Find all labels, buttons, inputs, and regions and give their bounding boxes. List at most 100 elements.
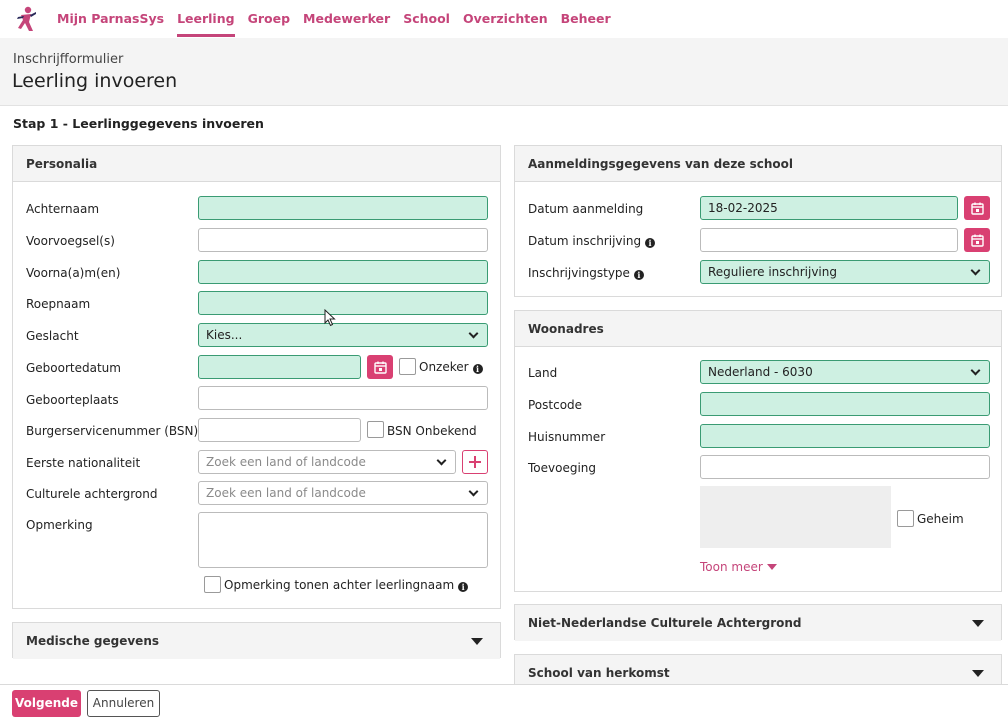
geheim-checkbox[interactable] — [897, 510, 914, 527]
geslacht-selected-value: Kies... — [206, 328, 243, 342]
chevron-down-icon — [468, 486, 479, 497]
toon-meer-link[interactable]: Toon meer — [700, 560, 777, 574]
school-van-herkomst-title: School van herkomst — [528, 666, 670, 680]
chevron-down-icon — [970, 265, 981, 276]
bsn-onbekend-label: BSN Onbekend — [387, 424, 477, 438]
opmerking-label: Opmerking — [26, 518, 93, 532]
personalia-header: Personalia — [13, 146, 500, 182]
datum-inschrijving-calendar-button[interactable] — [964, 228, 990, 252]
datum-inschrijving-input[interactable] — [700, 228, 958, 252]
nav-leerling[interactable]: Leerling — [177, 0, 235, 38]
datum-aanmelding-calendar-button[interactable] — [964, 196, 990, 220]
caret-down-icon — [972, 670, 984, 677]
toevoeging-input[interactable] — [700, 455, 990, 479]
opmerking-tonen-label: Opmerking tonen achter leerlingnaam i — [224, 578, 469, 592]
achternaam-label: Achternaam — [26, 202, 100, 216]
page-title: Leerling invoeren — [12, 70, 178, 92]
info-icon[interactable]: i — [458, 582, 469, 592]
eerste-nationaliteit-select[interactable]: Zoek een land of landcode — [198, 450, 456, 474]
geboortedatum-label: Geboortedatum — [26, 361, 121, 375]
info-icon[interactable]: i — [633, 270, 644, 280]
calendar-icon — [970, 234, 984, 247]
caret-down-icon — [471, 638, 483, 645]
chevron-down-icon — [436, 455, 447, 466]
datum-aanmelding-input[interactable]: 18-02-2025 — [700, 196, 958, 220]
niet-nl-culturele-achtergrond-panel[interactable]: Niet-Nederlandse Culturele Achtergrond — [514, 604, 1002, 641]
geboorteplaats-label: Geboorteplaats — [26, 393, 119, 407]
eerste-nationaliteit-placeholder: Zoek een land of landcode — [206, 455, 366, 469]
huisnummer-input[interactable] — [700, 424, 990, 448]
page-subtitle: Inschrijfformulier — [13, 52, 124, 67]
land-select[interactable]: Nederland - 6030 — [700, 360, 990, 384]
roepnaam-label: Roepnaam — [26, 297, 91, 311]
medische-gegevens-header[interactable]: Medische gegevens — [13, 623, 500, 659]
plus-icon — [469, 456, 481, 468]
geboortedatum-input[interactable] — [198, 355, 361, 379]
voornamen-label: Voorna(a)m(en) — [26, 266, 121, 280]
culturele-achtergrond-select[interactable]: Zoek een land of landcode — [198, 481, 488, 505]
nav-mijn-parnassys[interactable]: Mijn ParnasSys — [57, 0, 164, 38]
caret-down-icon — [972, 620, 984, 627]
chevron-down-icon — [468, 328, 479, 339]
eerste-nationaliteit-label: Eerste nationaliteit — [26, 456, 141, 470]
geslacht-label: Geslacht — [26, 329, 79, 343]
form-footer: Volgende Annuleren — [0, 684, 1008, 720]
volgende-button[interactable]: Volgende — [12, 690, 81, 717]
achternaam-input[interactable] — [198, 196, 488, 220]
add-nationaliteit-button[interactable] — [462, 450, 488, 474]
inschrijvingstype-select[interactable]: Reguliere inschrijving — [700, 260, 990, 284]
land-label: Land — [528, 366, 558, 380]
toevoeging-label: Toevoeging — [528, 461, 597, 475]
address-preview — [700, 486, 891, 548]
culturele-achtergrond-label: Culturele achtergrond — [26, 487, 158, 501]
opmerking-textarea[interactable] — [198, 512, 488, 568]
postcode-label: Postcode — [528, 398, 583, 412]
medische-gegevens-panel[interactable]: Medische gegevens — [12, 622, 501, 659]
niet-nl-culturele-achtergrond-title: Niet-Nederlandse Culturele Achtergrond — [528, 616, 802, 630]
nav-overzichten[interactable]: Overzichten — [463, 0, 548, 38]
huisnummer-label: Huisnummer — [528, 430, 606, 444]
medische-gegevens-title: Medische gegevens — [26, 634, 160, 648]
voorvoegsel-label: Voorvoegsel(s) — [26, 234, 115, 248]
geheim-label: Geheim — [917, 512, 964, 526]
step-title: Stap 1 - Leerlinggegevens invoeren — [13, 116, 264, 131]
datum-aanmelding-label: Datum aanmelding — [528, 202, 644, 216]
land-selected-value: Nederland - 6030 — [708, 365, 813, 379]
voornamen-input[interactable] — [198, 260, 488, 284]
calendar-icon — [970, 202, 984, 215]
culturele-achtergrond-placeholder: Zoek een land of landcode — [206, 486, 366, 500]
datum-inschrijving-label: Datum inschrijving i — [528, 234, 656, 248]
toon-meer-label: Toon meer — [700, 560, 763, 574]
postcode-input[interactable] — [700, 392, 990, 416]
top-navigation: Mijn ParnasSys Leerling Groep Medewerker… — [0, 0, 1008, 38]
geboorteplaats-input[interactable] — [198, 386, 488, 410]
roepnaam-input[interactable] — [198, 291, 488, 315]
voorvoegsel-input[interactable] — [198, 228, 488, 252]
geslacht-select[interactable]: Kies... — [198, 323, 488, 347]
onzeker-checkbox[interactable] — [399, 358, 416, 375]
parnassys-logo[interactable] — [12, 5, 40, 33]
nav-beheer[interactable]: Beheer — [561, 0, 611, 38]
aanmelding-panel: Aanmeldingsgegevens van deze school Datu… — [514, 145, 1002, 297]
info-icon[interactable]: i — [645, 238, 656, 248]
annuleren-button[interactable]: Annuleren — [87, 690, 160, 717]
onzeker-label: Onzeker i — [419, 360, 483, 374]
opmerking-tonen-checkbox[interactable] — [204, 576, 221, 593]
woonadres-header: Woonadres — [515, 311, 1001, 347]
niet-nl-culturele-achtergrond-header[interactable]: Niet-Nederlandse Culturele Achtergrond — [515, 605, 1001, 641]
geboortedatum-calendar-button[interactable] — [367, 355, 393, 379]
info-icon[interactable]: i — [472, 364, 483, 374]
calendar-icon — [373, 361, 387, 374]
mouse-cursor-icon — [324, 309, 336, 327]
nav-medewerker[interactable]: Medewerker — [303, 0, 390, 38]
nav-groep[interactable]: Groep — [248, 0, 290, 38]
main-menu: Mijn ParnasSys Leerling Groep Medewerker… — [57, 0, 624, 38]
aanmelding-header: Aanmeldingsgegevens van deze school — [515, 146, 1001, 182]
chevron-down-icon — [970, 365, 981, 376]
caret-down-icon — [766, 564, 777, 570]
nav-school[interactable]: School — [403, 0, 450, 38]
bsn-onbekend-checkbox[interactable] — [367, 421, 384, 438]
woonadres-panel: Woonadres Land Nederland - 6030 Postcode… — [514, 310, 1002, 592]
personalia-panel: Personalia Achternaam Voorvoegsel(s) Voo… — [12, 145, 501, 609]
bsn-input[interactable] — [198, 418, 361, 442]
